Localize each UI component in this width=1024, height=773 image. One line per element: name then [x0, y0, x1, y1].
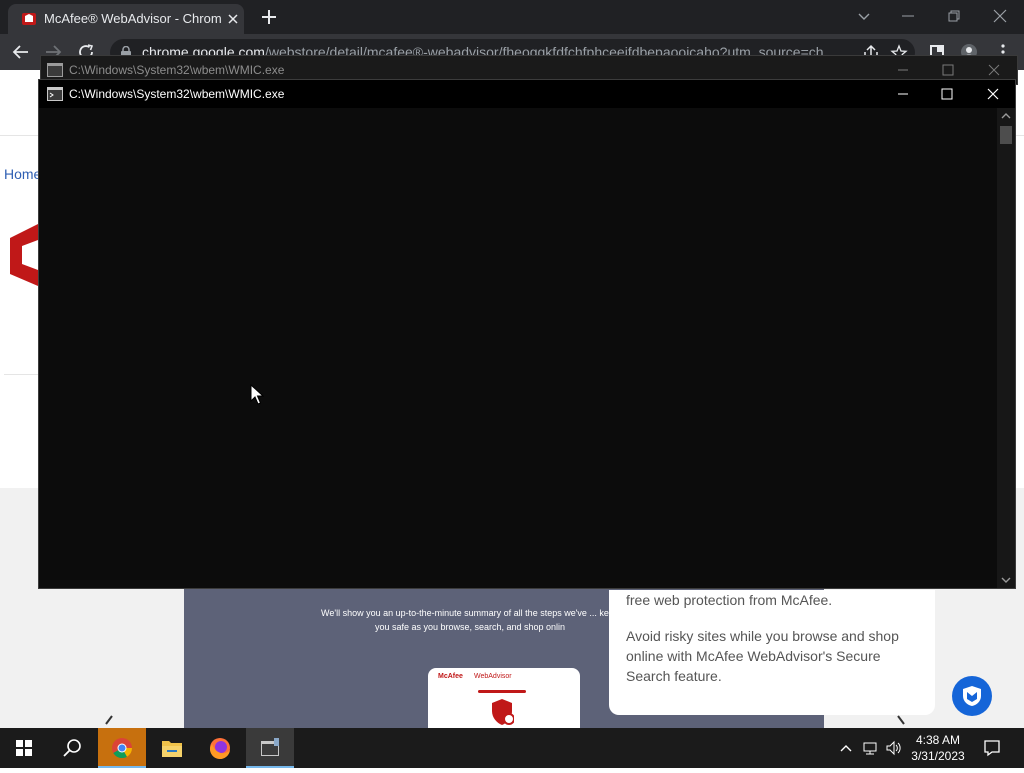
console-scrollbar[interactable]: [997, 108, 1015, 588]
restore-icon[interactable]: [944, 6, 964, 26]
mcafee-favicon-icon: [22, 13, 36, 25]
feature-card-line-1: free web protection from McAfee.: [626, 592, 833, 608]
console-minimize-icon[interactable]: [896, 87, 910, 101]
tab-title: McAfee® WebAdvisor - Chrome: [44, 11, 222, 26]
scroll-up-icon[interactable]: [1001, 112, 1011, 120]
notification-center-icon[interactable]: [983, 739, 1001, 757]
back-icon[interactable]: [12, 43, 30, 61]
mini-card-app: WebAdvisor: [474, 673, 512, 680]
taskbar-firefox[interactable]: [196, 728, 244, 768]
console-background-maximize-icon[interactable]: [941, 63, 955, 77]
chrome-icon: [112, 738, 133, 759]
clock-date: 3/31/2023: [911, 749, 965, 763]
console-title: C:\Windows\System32\wbem\WMIC.exe: [69, 87, 285, 101]
scroll-thumb[interactable]: [1000, 126, 1012, 144]
start-button[interactable]: [0, 728, 48, 768]
minimize-icon[interactable]: [898, 6, 918, 26]
mini-card-brand: McAfee: [438, 673, 463, 680]
console-titlebar[interactable]: C:\Windows\System32\wbem\WMIC.exe: [39, 80, 1015, 108]
breadcrumb-home-link[interactable]: Home: [4, 166, 41, 182]
console-app-icon: [47, 87, 63, 101]
volume-icon[interactable]: [885, 740, 901, 756]
console-background-close-icon[interactable]: [987, 63, 1001, 77]
file-explorer-icon: [162, 741, 182, 757]
console-window[interactable]: C:\Windows\System32\wbem\WMIC.exe: [38, 79, 1016, 589]
promo-text: We'll show you an up-to-the-minute summa…: [321, 608, 619, 632]
carousel-prev-icon[interactable]: [98, 714, 120, 728]
console-app-icon: [47, 63, 63, 77]
taskbar-wmic[interactable]: [246, 728, 294, 768]
firefox-icon: [209, 738, 230, 760]
taskbar-chrome[interactable]: [98, 728, 146, 768]
carousel-next-icon[interactable]: [890, 714, 912, 728]
scroll-down-icon[interactable]: [1001, 576, 1011, 584]
taskbar-clock[interactable]: 4:38 AM 3/31/2023: [908, 732, 968, 764]
tab-close-icon[interactable]: [226, 12, 240, 26]
windows-logo-icon: [16, 740, 32, 756]
mcafee-shield-icon: [963, 686, 981, 706]
network-icon[interactable]: [862, 740, 878, 756]
wmic-icon: [261, 738, 279, 756]
mouse-cursor-icon: [250, 384, 264, 405]
console-close-icon[interactable]: [986, 87, 1000, 101]
taskbar: 4:38 AM 3/31/2023: [0, 728, 1024, 768]
shield-icon: [492, 699, 514, 725]
new-tab-icon[interactable]: [260, 8, 278, 26]
clock-time: 4:38 AM: [915, 733, 961, 747]
console-maximize-icon[interactable]: [940, 87, 954, 101]
tray-overflow-chevron-icon[interactable]: [838, 740, 854, 756]
feature-card: free web protection from McAfee. Avoid r…: [609, 590, 935, 715]
help-chat-button[interactable]: [952, 676, 992, 716]
browser-tab[interactable]: McAfee® WebAdvisor - Chrome: [8, 4, 244, 34]
console-output-area[interactable]: [39, 108, 997, 588]
console-background-title: C:\Windows\System32\wbem\WMIC.exe: [69, 63, 285, 77]
feature-card-line-2: Avoid risky sites while you browse and s…: [626, 628, 899, 684]
search-icon: [63, 739, 81, 757]
console-background-minimize-icon[interactable]: [896, 63, 910, 77]
chrome-titlebar: McAfee® WebAdvisor - Chrome: [0, 0, 1024, 34]
taskbar-search-button[interactable]: [48, 728, 96, 768]
close-window-icon[interactable]: [990, 6, 1010, 26]
taskbar-file-explorer[interactable]: [148, 728, 196, 768]
tab-search-icon[interactable]: [854, 6, 874, 26]
mini-card-bar: [478, 690, 526, 693]
